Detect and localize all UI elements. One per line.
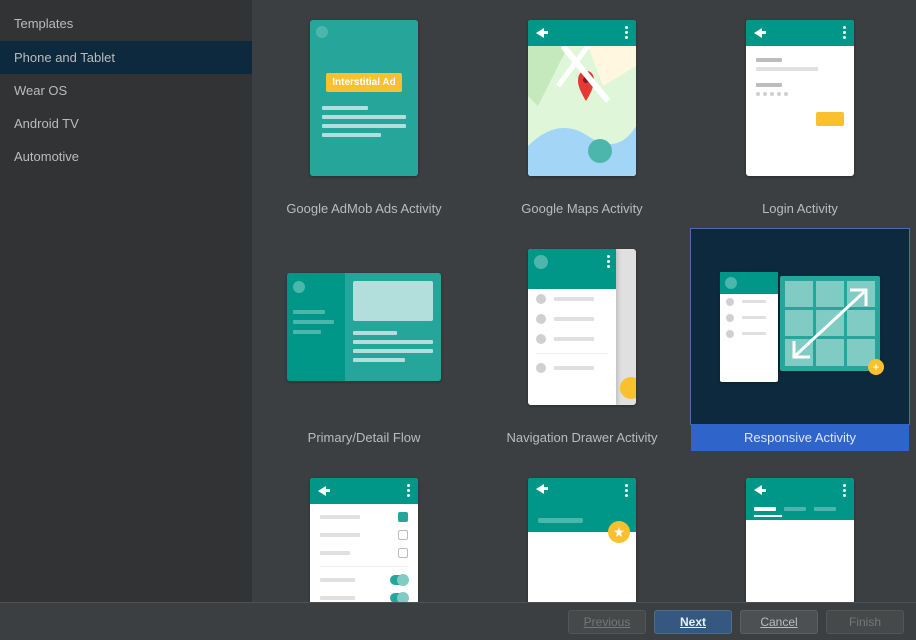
template-label: Login Activity: [762, 195, 838, 229]
switch-icon: [390, 593, 408, 603]
template-settings[interactable]: [255, 458, 473, 602]
next-button[interactable]: Next: [654, 610, 732, 634]
template-gallery: Interstitial Ad Google AdMob Ads Activit…: [252, 0, 916, 602]
map-icon: [528, 46, 636, 176]
wizard-button-bar: Previous Next Cancel Finish: [0, 602, 916, 640]
overflow-icon: [843, 26, 846, 39]
template-label: Google AdMob Ads Activity: [286, 195, 441, 229]
resize-arrow-icon: [788, 284, 872, 363]
template-admob[interactable]: Interstitial Ad Google AdMob Ads Activit…: [255, 0, 473, 229]
template-maps[interactable]: Google Maps Activity: [473, 0, 691, 229]
interstitial-ad-badge: Interstitial Ad: [326, 73, 402, 92]
overflow-icon: [625, 26, 628, 39]
overflow-icon: [407, 484, 410, 497]
back-icon: [754, 28, 762, 38]
overflow-icon: [625, 484, 628, 497]
overflow-icon: [607, 255, 610, 268]
template-login[interactable]: Login Activity: [691, 0, 909, 229]
sidebar-title: Templates: [0, 0, 252, 41]
sidebar-item-wear-os[interactable]: Wear OS: [0, 74, 252, 107]
cancel-button[interactable]: Cancel: [740, 610, 818, 634]
back-icon: [536, 28, 544, 38]
template-nav-drawer[interactable]: Navigation Drawer Activity: [473, 229, 691, 458]
back-icon: [318, 486, 326, 496]
checkbox-icon: [398, 548, 408, 558]
sidebar-item-android-tv[interactable]: Android TV: [0, 107, 252, 140]
previous-button[interactable]: Previous: [568, 610, 646, 634]
back-icon: [536, 484, 544, 494]
sidebar-item-phone-tablet[interactable]: Phone and Tablet: [0, 41, 252, 74]
template-tabbed[interactable]: [691, 458, 909, 602]
fab-icon: +: [868, 359, 884, 375]
checkbox-icon: [398, 512, 408, 522]
template-primary-detail[interactable]: Primary/Detail Flow: [255, 229, 473, 458]
overflow-icon: [843, 484, 846, 497]
checkbox-icon: [398, 530, 408, 540]
template-scrolling[interactable]: [473, 458, 691, 602]
sidebar-item-automotive[interactable]: Automotive: [0, 140, 252, 173]
template-label: Navigation Drawer Activity: [507, 424, 658, 458]
sidebar: Templates Phone and Tablet Wear OS Andro…: [0, 0, 252, 602]
switch-icon: [390, 575, 408, 585]
fab-star-icon: [608, 521, 630, 543]
fab-icon: [620, 377, 636, 399]
template-label: Responsive Activity: [691, 424, 909, 451]
login-button-icon: [816, 112, 844, 126]
template-label: Google Maps Activity: [521, 195, 642, 229]
template-responsive[interactable]: + Responsive Activity: [691, 229, 909, 458]
back-icon: [754, 485, 762, 495]
template-label: Primary/Detail Flow: [308, 424, 421, 458]
finish-button[interactable]: Finish: [826, 610, 904, 634]
